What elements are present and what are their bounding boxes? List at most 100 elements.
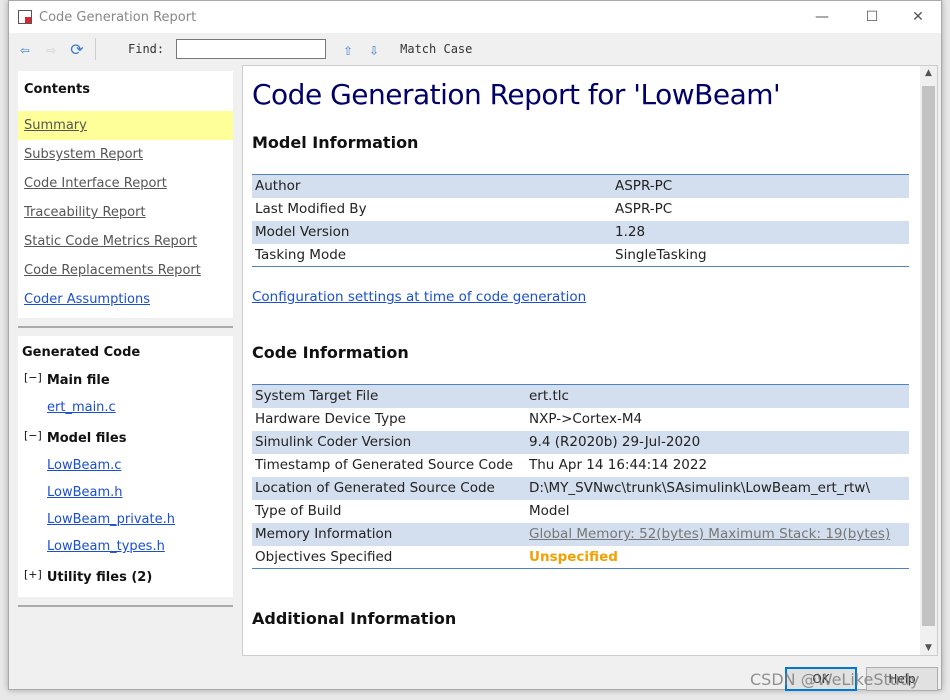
- model-information-table: Author ASPR-PC Last Modified By ASPR-PC Mode…: [252, 174, 909, 267]
- table-row: Simulink Coder Version 9.4 (R2020b) 29-Ju…: [252, 430, 909, 454]
- nav-code-replacements-report[interactable]: Code Replacements Report: [18, 256, 233, 285]
- value-text: D:\MY_SVNwc\trunk\SAsimulink\LowBeam_ert…: [529, 480, 871, 496]
- collapse-toggle[interactable]: [−]: [24, 429, 42, 442]
- label-text: Location of Generated Source Code: [255, 480, 495, 496]
- table-row: Tasking Mode SingleTasking: [252, 244, 909, 267]
- row-label: Author: [252, 174, 612, 198]
- row-label: Type of Build: [252, 500, 526, 523]
- model-files-group[interactable]: [−] Model files: [22, 425, 229, 452]
- vertical-scrollbar[interactable]: ▲ ▼: [920, 66, 937, 655]
- row-label: Tasking Mode: [252, 244, 612, 267]
- table-row: Author ASPR-PC: [252, 174, 909, 198]
- nav-summary[interactable]: Summary: [18, 111, 233, 140]
- row-value: Thu Apr 14 16:44:14 2022: [526, 454, 909, 477]
- report-window: Code Generation Report — ☐ ✕ ⇦ ⇨ ⟳ Find:…: [8, 0, 942, 690]
- code-information-table: System Target File ert.tlc Hardware Device…: [252, 384, 909, 569]
- title-bar: Code Generation Report — ☐ ✕: [9, 1, 941, 33]
- table-row: Timestamp of Generated Source Code Thu Ap…: [252, 454, 909, 477]
- row-label: Simulink Coder Version: [252, 430, 526, 454]
- row-value: Unspecified: [526, 546, 909, 569]
- generated-code-panel: Generated Code [−] Main file ert_main.c […: [18, 336, 233, 597]
- value-text: 9.4 (R2020b) 29-Jul-2020: [529, 434, 701, 450]
- group-label: Main file: [46, 373, 110, 388]
- value-text: Unspecified: [529, 548, 618, 565]
- file-link[interactable]: LowBeam.c: [22, 452, 229, 479]
- row-value: Model: [526, 500, 909, 523]
- minimize-button[interactable]: —: [799, 1, 845, 33]
- find-previous-arrow-up-icon[interactable]: ⇧: [338, 39, 358, 59]
- match-case-option[interactable]: Match Case: [400, 42, 472, 56]
- collapse-toggle[interactable]: [−]: [24, 371, 42, 384]
- main-file-group[interactable]: [−] Main file: [22, 367, 229, 394]
- configuration-settings-link[interactable]: Configuration settings at time of code g…: [252, 289, 910, 305]
- row-label: Last Modified By: [252, 198, 612, 221]
- scroll-up-icon[interactable]: ▲: [920, 68, 937, 78]
- close-button[interactable]: ✕: [895, 1, 941, 33]
- row-value: ert.tlc: [526, 384, 909, 408]
- maximize-button[interactable]: ☐: [849, 1, 895, 33]
- value-text: ASPR-PC: [615, 201, 673, 217]
- label-text: Author: [255, 178, 301, 195]
- nav-coder-assumptions[interactable]: Coder Assumptions: [18, 285, 233, 314]
- value-text: Model: [529, 503, 570, 519]
- contents-heading: Contents: [24, 82, 90, 97]
- nav-static-code-metrics-report[interactable]: Static Code Metrics Report: [18, 227, 233, 256]
- file-link[interactable]: ert_main.c: [22, 394, 229, 421]
- file-link[interactable]: LowBeam.h: [22, 479, 229, 506]
- row-label: Location of Generated Source Code: [252, 476, 526, 500]
- toolbar: ⇦ ⇨ ⟳ Find: ⇧ ⇩ Match Case: [9, 34, 941, 64]
- contents-panel: Contents Summary Subsystem Report Code I…: [18, 71, 233, 318]
- utility-files-group[interactable]: [+] Utility files (2): [22, 564, 229, 591]
- table-row: Hardware Device Type NXP->Cortex-M4: [252, 408, 909, 431]
- divider: [18, 605, 233, 607]
- nav-traceability-report[interactable]: Traceability Report: [18, 198, 233, 227]
- label-text: Type of Build: [255, 503, 342, 519]
- label-text: Timestamp of Generated Source Code: [255, 457, 514, 473]
- nav-code-interface-report[interactable]: Code Interface Report: [18, 169, 233, 198]
- table-row: Location of Generated Source Code D:\MY_S…: [252, 476, 909, 500]
- scrollbar-thumb[interactable]: [922, 86, 935, 626]
- generated-code-heading: Generated Code: [22, 345, 141, 360]
- find-label: Find:: [128, 42, 165, 56]
- row-label: Hardware Device Type: [252, 408, 526, 431]
- watermark: CSDN @WeLikeStudy: [750, 670, 920, 689]
- table-row: Memory Information Global Memory: 52(byte…: [252, 522, 909, 546]
- page-title: Code Generation Report for 'LowBeam': [252, 78, 781, 111]
- table-row: Objectives Specified Unspecified: [252, 546, 909, 569]
- row-value: ASPR-PC: [612, 174, 909, 198]
- nav-subsystem-report[interactable]: Subsystem Report: [18, 140, 233, 169]
- window-title: Code Generation Report: [39, 9, 197, 25]
- table-row: Model Version 1.28: [252, 220, 909, 244]
- label-text: Memory Information: [255, 526, 393, 542]
- refresh-icon[interactable]: ⟳: [67, 39, 87, 59]
- scroll-down-icon[interactable]: ▼: [920, 643, 937, 653]
- app-icon: [18, 10, 32, 24]
- row-label: Model Version: [252, 220, 612, 244]
- model-information-heading: Model Information: [252, 133, 419, 152]
- label-text: Objectives Specified: [255, 548, 393, 565]
- row-value: ASPR-PC: [612, 198, 909, 221]
- label-text: Model Version: [255, 224, 350, 240]
- find-input[interactable]: [176, 39, 327, 59]
- value-text: Thu Apr 14 16:44:14 2022: [529, 457, 708, 473]
- expand-toggle[interactable]: [+]: [24, 568, 42, 581]
- toolbar-divider: [95, 38, 96, 60]
- file-link[interactable]: LowBeam_types.h: [22, 533, 229, 560]
- table-row: System Target File ert.tlc: [252, 384, 909, 408]
- label-text: Simulink Coder Version: [255, 434, 412, 450]
- row-label: System Target File: [252, 384, 526, 408]
- label-text: Tasking Mode: [255, 246, 347, 263]
- table-row: Last Modified By ASPR-PC: [252, 198, 909, 221]
- additional-information-heading: Additional Information: [252, 609, 457, 628]
- label-text: Hardware Device Type: [255, 411, 406, 427]
- row-label: Objectives Specified: [252, 546, 526, 569]
- row-label: Memory Information: [252, 522, 526, 546]
- value-text: 1.28: [615, 224, 646, 240]
- value-text: ert.tlc: [529, 388, 569, 405]
- find-next-arrow-down-icon[interactable]: ⇩: [364, 39, 384, 59]
- forward-arrow-icon[interactable]: ⇨: [41, 39, 61, 59]
- back-arrow-icon[interactable]: ⇦: [15, 39, 35, 59]
- file-link[interactable]: LowBeam_private.h: [22, 506, 229, 533]
- value-text: NXP->Cortex-M4: [529, 411, 643, 427]
- memory-information-link[interactable]: Global Memory: 52(bytes) Maximum Stack: …: [529, 526, 890, 542]
